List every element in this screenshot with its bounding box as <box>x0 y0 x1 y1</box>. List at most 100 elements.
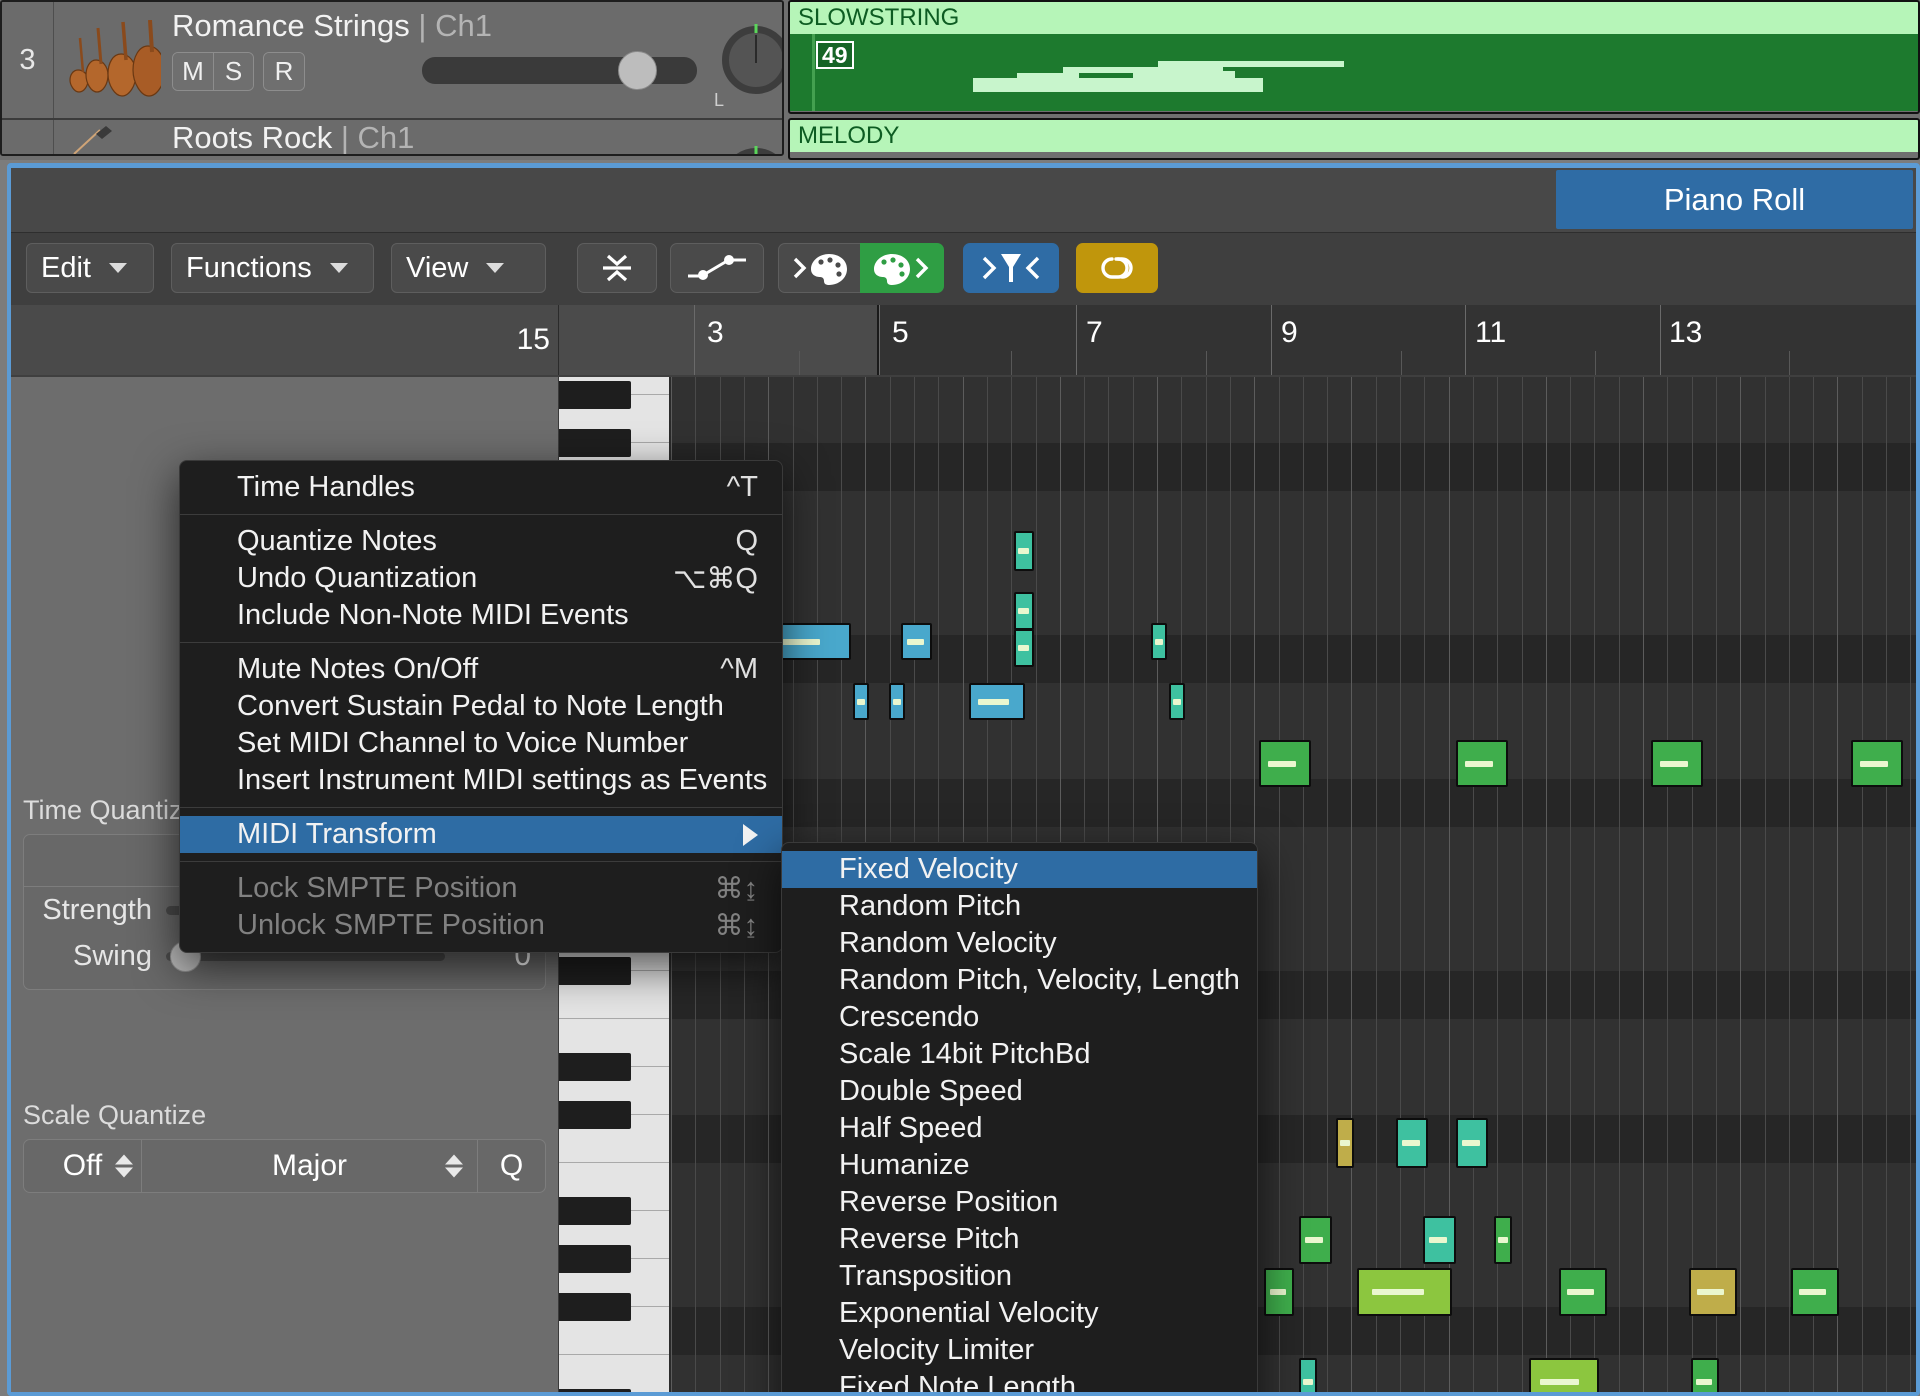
midi-note[interactable] <box>1456 1118 1488 1168</box>
scale-quantize-apply-button[interactable]: Q <box>477 1140 545 1192</box>
submenu-item[interactable]: Random Pitch, Velocity, Length <box>782 962 1257 999</box>
submenu-item[interactable]: Humanize <box>782 1147 1257 1184</box>
midi-note[interactable] <box>969 683 1025 720</box>
midi-transform-submenu[interactable]: Fixed Velocity Random Pitch Random Velocit… <box>781 842 1258 1392</box>
menu-item[interactable]: MIDI Transform <box>180 816 782 853</box>
collapse-vertical-icon-button[interactable] <box>577 243 657 293</box>
volume-slider-thumb[interactable] <box>618 51 657 90</box>
midi-note[interactable] <box>1529 1358 1599 1392</box>
midi-note[interactable] <box>1259 740 1311 787</box>
midi-note[interactable] <box>1264 1268 1294 1316</box>
piano-black-key[interactable] <box>559 1389 631 1392</box>
piano-black-key[interactable] <box>559 1245 631 1273</box>
midi-note[interactable] <box>1336 1118 1354 1168</box>
piano-roll-ruler[interactable]: 15 3 5 7 9 11 13 <box>11 305 1916 375</box>
piano-black-key[interactable] <box>559 1053 631 1081</box>
midi-note[interactable] <box>1357 1268 1452 1316</box>
grid-beat-line <box>1861 377 1863 1392</box>
submenu-item[interactable]: Half Speed <box>782 1110 1257 1147</box>
menu-item[interactable]: Mute Notes On/Off ^M <box>180 651 782 688</box>
pan-knob[interactable] <box>722 146 782 154</box>
submenu-item[interactable]: Reverse Position <box>782 1184 1257 1221</box>
piano-black-key[interactable] <box>559 1101 631 1129</box>
note-velocity-bar <box>1799 1289 1826 1295</box>
link-chain-icon-button[interactable] <box>1076 243 1158 293</box>
piano-black-key[interactable] <box>559 957 631 985</box>
menu-item[interactable]: Convert Sustain Pedal to Note Length <box>180 688 782 725</box>
record-enable-button[interactable]: R <box>264 53 304 90</box>
submenu-item[interactable]: Random Velocity <box>782 925 1257 962</box>
mute-button[interactable]: M <box>173 53 213 90</box>
menu-item[interactable]: Quantize Notes Q <box>180 523 782 560</box>
midi-note[interactable] <box>1651 740 1703 787</box>
functions-menu-button[interactable]: Functions <box>171 243 374 293</box>
edit-menu-button[interactable]: Edit <box>26 243 154 293</box>
submenu-item[interactable]: Random Pitch <box>782 888 1257 925</box>
piano-white-key[interactable] <box>559 1355 669 1392</box>
submenu-item-label: Transposition <box>839 1260 1013 1292</box>
midi-note[interactable] <box>1494 1216 1512 1264</box>
scale-quantize-scale-select[interactable]: Major <box>142 1140 477 1192</box>
midi-note[interactable] <box>1423 1216 1456 1264</box>
piano-black-key[interactable] <box>559 429 631 457</box>
midi-note[interactable] <box>1851 740 1903 787</box>
midi-note[interactable] <box>889 683 905 720</box>
brush-tool-icon-button[interactable] <box>963 243 1059 293</box>
midi-note[interactable] <box>1791 1268 1839 1316</box>
stepper-icon[interactable] <box>115 1154 133 1178</box>
menu-item[interactable]: Undo Quantization ⌥⌘Q <box>180 560 782 597</box>
view-menu-button[interactable]: View <box>391 243 546 293</box>
ruler-bar-lane[interactable]: 3 5 7 9 11 13 <box>559 305 1916 375</box>
submenu-item[interactable]: Reverse Pitch <box>782 1221 1257 1258</box>
functions-dropdown-menu[interactable]: Time Handles ^T Quantize Notes Q Undo Quanti… <box>179 460 783 953</box>
stepper-icon[interactable] <box>445 1154 463 1178</box>
region-melody[interactable]: MELODY <box>788 118 1920 160</box>
submenu-item[interactable]: Fixed Note Length <box>782 1369 1257 1392</box>
midi-note[interactable] <box>1559 1268 1607 1316</box>
midi-note[interactable] <box>1456 740 1508 787</box>
submenu-item-label: Reverse Position <box>839 1186 1059 1218</box>
midi-note[interactable] <box>1396 1118 1428 1168</box>
piano-black-key[interactable] <box>559 1293 631 1321</box>
piano-black-key[interactable] <box>559 381 631 409</box>
ruler-bar-number: 7 <box>1086 316 1103 349</box>
midi-note[interactable] <box>1691 1358 1719 1392</box>
midi-note[interactable] <box>901 623 932 660</box>
submenu-item[interactable]: Velocity Limiter <box>782 1332 1257 1369</box>
note-velocity-bar <box>856 698 866 705</box>
submenu-item[interactable]: Scale 14bit PitchBd <box>782 1036 1257 1073</box>
submenu-item[interactable]: Fixed Velocity <box>782 851 1257 888</box>
submenu-item[interactable]: Double Speed <box>782 1073 1257 1110</box>
submenu-item[interactable]: Transposition <box>782 1258 1257 1295</box>
grid-row-band <box>671 491 1916 539</box>
midi-note[interactable] <box>1014 629 1034 667</box>
midi-note[interactable] <box>1169 683 1185 720</box>
region-slowstring[interactable]: SLOWSTRING 49 <box>788 0 1920 114</box>
volume-slider[interactable] <box>422 51 697 90</box>
next-color-palette-icon-button[interactable] <box>860 243 944 293</box>
tab-piano-roll[interactable]: Piano Roll <box>1556 170 1913 229</box>
submenu-item[interactable]: Exponential Velocity <box>782 1295 1257 1332</box>
pan-knob[interactable] <box>722 24 782 94</box>
track-headers-list: 3 Romance Strings | Ch1 M S R L Roots Ro… <box>0 0 784 156</box>
track-row[interactable]: 3 Romance Strings | Ch1 M S R L <box>2 2 782 120</box>
menu-item[interactable]: Set MIDI Channel to Voice Number <box>180 725 782 762</box>
menu-item[interactable]: Time Handles ^T <box>180 469 782 506</box>
note-curve-icon-button[interactable] <box>670 243 764 293</box>
menu-item[interactable]: Include Non-Note MIDI Events <box>180 597 782 634</box>
track-row[interactable]: Roots Rock | Ch1 <box>2 120 782 154</box>
midi-note[interactable] <box>1299 1358 1317 1392</box>
piano-black-key[interactable] <box>559 1197 631 1225</box>
midi-note[interactable] <box>1151 623 1167 660</box>
midi-note[interactable] <box>1299 1216 1332 1264</box>
midi-note[interactable] <box>1014 592 1034 630</box>
scale-quantize-root-select[interactable]: Off <box>24 1140 142 1192</box>
prev-color-palette-icon-button[interactable] <box>778 243 860 293</box>
solo-button[interactable]: S <box>213 53 253 90</box>
menu-item[interactable]: Insert Instrument MIDI settings as Event… <box>180 762 782 799</box>
midi-note[interactable] <box>1014 531 1034 571</box>
track-name: Romance Strings <box>172 8 410 43</box>
midi-note[interactable] <box>853 683 869 720</box>
midi-note[interactable] <box>1689 1268 1737 1316</box>
submenu-item[interactable]: Crescendo <box>782 999 1257 1036</box>
